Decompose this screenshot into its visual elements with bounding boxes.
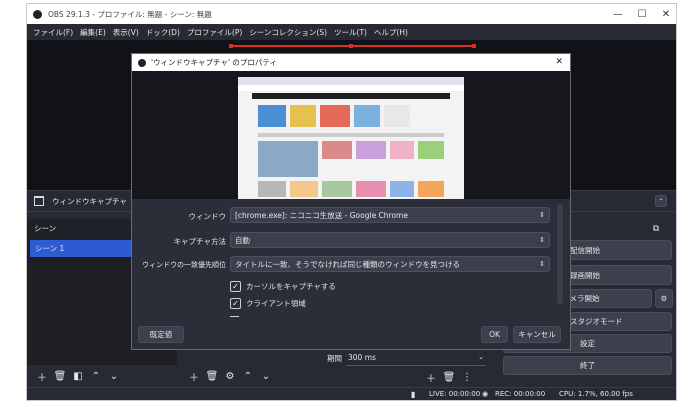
scenes-toolbar: ＋ 🗑 ◧ ⌃ ⌄ [27,366,177,386]
dialog-scrollbar[interactable] [557,204,563,304]
dialog-preview [132,71,570,199]
window-match-priority-value: タイトルに一致、そうでなければ同じ種類のウィンドウを見つける [235,259,460,269]
source-toolbar-label: ウィンドウキャプチャ [52,196,127,206]
more-options-icon[interactable]: ⋮ [458,369,476,385]
menu-tools[interactable]: ツール(T) [334,27,367,38]
window-match-priority-label: ウィンドウの一致優先順位 [142,261,226,269]
capture-method-label: キャプチャ方法 [173,237,226,246]
resize-handle[interactable] [349,44,353,48]
status-bar: ▮ LIVE: 00:00:00 ◉ REC: 00:00:00 CPU: 1.… [27,387,676,400]
defaults-button[interactable]: 既定値 [138,326,184,343]
resize-handle[interactable] [472,44,476,48]
window-icon [34,196,44,206]
source-move-up-button[interactable]: ⌃ [239,368,257,384]
obs-logo-icon [138,58,146,67]
scene-move-down-button[interactable]: ⌄ [105,368,123,384]
add-scene-button[interactable]: ＋ [33,368,51,384]
scene-move-up-button[interactable]: ⌃ [87,368,105,384]
title-bar: OBS 29.1.3 - プロファイル: 無題 - シーン: 無題 — ☐ ✕ [27,4,676,24]
partially-hidden-checkbox[interactable] [230,316,239,318]
live-status: LIVE: 00:00:00 [429,390,481,398]
source-move-down-button[interactable]: ⌄ [257,368,275,384]
menu-file[interactable]: ファイル(F) [33,27,73,38]
capture-cursor-checkbox[interactable]: ✓ [230,280,241,292]
window-match-priority-select[interactable]: タイトルに一致、そうでなければ同じ種類のウィンドウを見つける ⇕ [230,256,550,272]
cpu-status: CPU: 1.7%, 60.00 fps [559,390,633,398]
menu-dock[interactable]: ドック(D) [146,27,180,38]
record-icon: ◉ [482,390,489,398]
virtual-camera-settings-gear-icon[interactable]: ⚙ [655,289,673,308]
chevron-updown-icon: ⇕ [539,211,545,219]
properties-dialog: 'ウィンドウキャプチャ' のプロパティ ✕ ウィンドウ [chrome.exe]… [131,53,571,350]
transition-toolbar: ＋ 🗑 ⋮ [422,368,502,386]
add-source-button[interactable]: ＋ [185,368,203,384]
maximize-button[interactable]: ☐ [630,4,654,24]
chevron-updown-icon: ⇕ [539,236,545,244]
scene-filters-button[interactable]: ◧ [69,368,87,384]
window-select[interactable]: [chrome.exe]: ニコニコ生放送 - Google Chrome ⇕ [230,207,550,223]
transition-duration-label: 期間 [327,353,342,363]
source-properties-gear-icon[interactable]: ⚙ [221,368,239,384]
menu-view[interactable]: 表示(V) [113,27,139,38]
capture-method-value: 自動 [235,235,250,245]
menu-help[interactable]: ヘルプ(H) [374,27,408,38]
window-select-value: [chrome.exe]: ニコニコ生放送 - Google Chrome [235,210,408,220]
capture-cursor-checkbox-row[interactable]: ✓ カーソルをキャプチャする [230,280,336,292]
network-signal-icon: ▮ [411,390,416,399]
remove-source-button[interactable]: 🗑 [203,368,221,384]
chevron-down-icon: ⌄ [478,352,484,361]
dialog-close-button[interactable]: ✕ [555,57,563,67]
obs-logo-icon [33,9,42,19]
remove-transition-button[interactable]: 🗑 [440,369,458,385]
scene-name: シーン 1 [35,244,65,253]
close-button[interactable]: ✕ [654,4,676,24]
source-selection-outline[interactable] [231,45,475,47]
rec-status: REC: 00:00:00 [495,390,546,398]
scenes-panel-title: シーン [34,223,57,233]
minimize-button[interactable]: — [606,4,630,24]
captured-window-thumbnail [238,77,464,199]
ok-button[interactable]: OK [481,326,508,343]
capture-cursor-label: カーソルをキャプチャする [246,281,336,291]
sources-toolbar: ＋ 🗑 ⚙ ⌃ ⌄ [179,366,324,386]
transition-duration-value: 300 ms [348,353,376,362]
remove-scene-button[interactable]: 🗑 [51,368,69,384]
capture-method-select[interactable]: 自動 ⇕ [230,232,550,248]
transition-duration: 期間 300 ms ⌄ [327,350,497,366]
menu-bar: ファイル(F) 編集(E) 表示(V) ドック(D) プロファイル(P) シーン… [27,24,676,40]
client-area-checkbox-row[interactable]: ✓ クライアント領域 [230,297,306,309]
chevron-updown-icon: ⇕ [539,260,545,268]
cancel-button[interactable]: キャンセル [513,326,561,343]
add-transition-button[interactable]: ＋ [422,369,440,385]
client-area-checkbox[interactable]: ✓ [230,297,241,309]
source-toolbar-spinner[interactable]: ⌃ [655,195,667,207]
resize-handle[interactable] [229,44,233,48]
menu-edit[interactable]: 編集(E) [80,27,106,38]
menu-profile[interactable]: プロファイル(P) [187,27,242,38]
client-area-label: クライアント領域 [246,298,306,308]
dock-float-icon[interactable]: ⧉ [647,222,665,236]
dialog-title: 'ウィンドウキャプチャ' のプロパティ [151,58,277,67]
dialog-title-bar: 'ウィンドウキャプチャ' のプロパティ ✕ [132,54,570,71]
window-field-label: ウィンドウ [188,212,227,221]
window-title: OBS 29.1.3 - プロファイル: 無題 - シーン: 無題 [48,9,212,19]
menu-scene-collection[interactable]: シーンコレクション(S) [249,27,327,38]
transition-duration-input[interactable]: 300 ms ⌄ [346,351,486,366]
exit-button[interactable]: 終了 [503,356,672,375]
